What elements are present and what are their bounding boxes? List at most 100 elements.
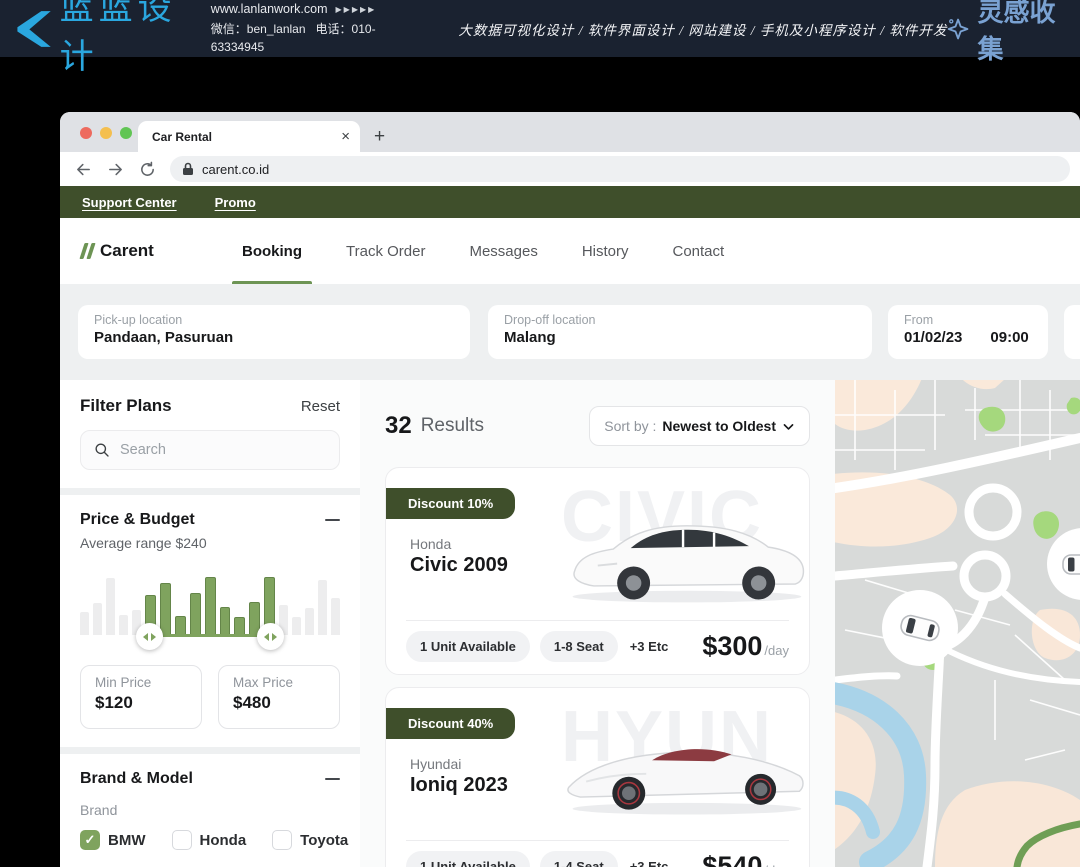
browser-window: Car Rental × + carent.co.id: [60, 112, 1080, 867]
forward-icon[interactable]: [106, 160, 124, 178]
histogram-bar: [160, 583, 171, 635]
etc-label[interactable]: +3 Etc: [630, 859, 669, 867]
seats-pill: 1-4 Seat: [540, 851, 618, 867]
dropoff-location-field[interactable]: Drop-off location Malang: [488, 305, 872, 359]
collapse-minus-icon[interactable]: [325, 778, 340, 781]
map-image[interactable]: [835, 380, 1080, 867]
range-handle-min[interactable]: [136, 623, 163, 650]
discount-badge: Discount 10%: [386, 488, 515, 519]
maximize-window-button[interactable]: [120, 127, 132, 139]
pickup-location-label: Pick-up location: [94, 313, 454, 327]
banner-website: www.lanlanwork.com: [211, 0, 328, 19]
nav-item-contact[interactable]: Contact: [673, 218, 725, 284]
histogram-bar: [292, 617, 301, 635]
checkbox-icon[interactable]: [272, 830, 292, 850]
histogram-bar: [93, 603, 102, 635]
lock-icon: [182, 162, 194, 176]
etc-label[interactable]: +3 Etc: [630, 639, 669, 654]
max-price-value: $480: [233, 693, 325, 713]
discount-badge: Discount 40%: [386, 708, 515, 739]
car-marker[interactable]: [882, 590, 958, 666]
close-window-button[interactable]: [80, 127, 92, 139]
url-bar[interactable]: carent.co.id: [170, 156, 1070, 182]
price-histogram: [80, 573, 340, 635]
dropoff-location-value: Malang: [504, 329, 556, 346]
new-tab-button[interactable]: +: [374, 127, 385, 146]
from-time-value: 09:00: [990, 329, 1028, 346]
collect-logo-text: 灵感收集: [977, 0, 1066, 66]
card-footer: 1 Unit Available 1-4 Seat +3 Etc $540/da…: [406, 851, 789, 867]
histogram-bar: [106, 578, 115, 635]
histogram-bar: [205, 577, 216, 635]
car-card-ioniq[interactable]: HYUN Discount 40% Hyundai Ioniq 2023: [385, 687, 810, 867]
carent-logo[interactable]: Carent: [82, 241, 242, 261]
histogram-bar: [331, 598, 340, 635]
dropoff-location-label: Drop-off location: [504, 313, 856, 327]
max-price-label: Max Price: [233, 675, 325, 690]
filters-sidebar: Filter Plans Reset Search Price & Bud: [60, 380, 360, 867]
seats-pill: 1-8 Seat: [540, 631, 618, 662]
banner-wechat: 微信：ben_lanlan: [211, 22, 306, 36]
tab-close-icon[interactable]: ×: [341, 128, 350, 145]
car-card-civic[interactable]: CIVIC Discount 10% Honda Civic 2009: [385, 467, 810, 675]
car-brand: Honda: [410, 536, 451, 552]
pickup-location-field[interactable]: Pick-up location Pandaan, Pasuruan: [78, 305, 470, 359]
units-pill: 1 Unit Available: [406, 631, 530, 662]
car-model: Ioniq 2023: [410, 774, 508, 797]
average-range-text: Average range $240: [80, 535, 340, 551]
nav-item-messages[interactable]: Messages: [469, 218, 537, 284]
support-center-link[interactable]: Support Center: [82, 195, 177, 210]
window-controls[interactable]: [80, 127, 132, 139]
from-datetime-field[interactable]: From 01/02/23 09:00: [888, 305, 1048, 359]
arrows-icon: ▶▶▶▶▶: [336, 4, 377, 16]
map-panel[interactable]: [835, 380, 1080, 867]
lanlan-logo-text: 蓝蓝设计: [60, 0, 193, 78]
histogram-bar: [305, 608, 314, 635]
collapse-minus-icon[interactable]: [325, 519, 340, 522]
banner-contact: www.lanlanwork.com ▶▶▶▶▶ 微信：ben_lanlan 电…: [211, 0, 399, 57]
reload-icon[interactable]: [138, 160, 156, 178]
filter-search-placeholder: Search: [120, 442, 166, 458]
from-date-value: 01/02/23: [904, 329, 962, 346]
histogram-bar: [234, 617, 245, 635]
reset-filters-button[interactable]: Reset: [301, 398, 340, 415]
tab-title: Car Rental: [152, 130, 212, 144]
nav-menu: Booking Track Order Messages History Con…: [242, 218, 724, 284]
min-price-label: Min Price: [95, 675, 187, 690]
browser-tabbar: Car Rental × +: [60, 112, 1080, 152]
content-area: Filter Plans Reset Search Price & Bud: [60, 380, 1080, 867]
max-price-field[interactable]: Max Price $480: [218, 665, 340, 729]
promo-banner: 蓝蓝设计 www.lanlanwork.com ▶▶▶▶▶ 微信：ben_lan…: [0, 0, 1080, 57]
carent-logo-icon: [82, 243, 93, 259]
histogram-bar: [190, 593, 201, 635]
brand-option-label: BMW: [108, 832, 146, 849]
sort-dropdown[interactable]: Sort by : Newest to Oldest: [589, 406, 810, 446]
brand-model-section: Brand & Model Brand BMW Honda: [60, 754, 360, 867]
promo-link[interactable]: Promo: [215, 195, 256, 210]
url-text: carent.co.id: [202, 162, 269, 177]
filter-plans-title: Filter Plans: [80, 396, 172, 416]
results-panel: 32 Results Sort by : Newest to Oldest CI…: [360, 380, 835, 867]
section-divider: [60, 747, 360, 754]
collect-logo: 灵感收集: [947, 0, 1066, 66]
browser-tab[interactable]: Car Rental ×: [138, 121, 360, 152]
min-price-field[interactable]: Min Price $120: [80, 665, 202, 729]
brand-option[interactable]: BMW: [80, 830, 146, 850]
range-handle-max[interactable]: [257, 623, 284, 650]
brand-option[interactable]: Honda: [172, 830, 247, 850]
checkbox-icon[interactable]: [80, 830, 100, 850]
pickup-location-value: Pandaan, Pasuruan: [94, 329, 233, 346]
screenshot-stage: 蓝蓝设计 www.lanlanwork.com ▶▶▶▶▶ 微信：ben_lan…: [0, 0, 1080, 867]
booking-search-strip: Pick-up location Pandaan, Pasuruan Drop-…: [60, 284, 1080, 380]
units-pill: 1 Unit Available: [406, 851, 530, 867]
to-datetime-field[interactable]: T 0: [1064, 305, 1080, 359]
minimize-window-button[interactable]: [100, 127, 112, 139]
nav-item-booking[interactable]: Booking: [242, 218, 302, 284]
nav-item-history[interactable]: History: [582, 218, 629, 284]
nav-item-track-order[interactable]: Track Order: [346, 218, 425, 284]
filter-search-input[interactable]: Search: [80, 430, 340, 470]
brand-option[interactable]: Toyota: [272, 830, 348, 850]
back-icon[interactable]: [74, 160, 92, 178]
sparkle-star-icon: [947, 16, 969, 42]
checkbox-icon[interactable]: [172, 830, 192, 850]
